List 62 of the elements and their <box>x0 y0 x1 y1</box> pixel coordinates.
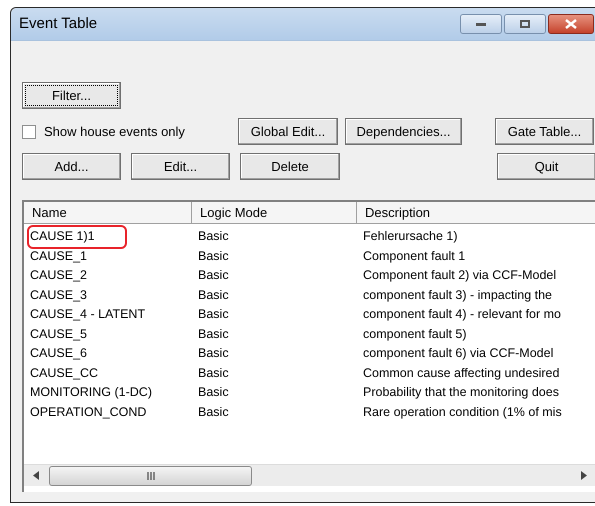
table-cell-text: Component fault 2) via CCF-Model <box>362 267 558 284</box>
scroll-left-icon[interactable] <box>33 471 39 480</box>
table-cell-text: Basic <box>197 267 230 284</box>
table-row[interactable]: MONITORING (1-DC) Basic Probability that the monitoring does <box>24 383 595 402</box>
scrollbar-thumb[interactable] <box>49 466 252 486</box>
dialog-button[interactable]: Gate Table... <box>495 118 594 145</box>
table-cell-text: CAUSE_1 <box>29 248 88 265</box>
table-cell-text: MONITORING (1-DC) <box>29 384 153 402</box>
table-cell-text: CAUSE_2 <box>29 267 88 284</box>
table-row[interactable]: CAUSE_1 Basic Component fault 1 <box>24 246 595 266</box>
table-cell-text: Component fault 1 <box>362 248 466 265</box>
checkbox-label: Show house events only <box>44 122 185 141</box>
dialog-button[interactable]: Global Edit... <box>238 118 338 145</box>
table-cell-text: Basic <box>197 326 230 343</box>
table-cell-text: Basic <box>197 248 230 265</box>
table-cell-text: Basic <box>197 345 230 362</box>
grip-icon <box>146 472 154 480</box>
table-cell-text: Fehlerursache 1) <box>362 228 458 246</box>
table-row[interactable]: CAUSE_6 Basic component fault 6) via CCF-Model <box>24 344 595 364</box>
dialog-button[interactable]: Add... <box>22 153 121 180</box>
scroll-right-icon[interactable] <box>581 471 587 480</box>
minimize-button[interactable] <box>460 14 502 34</box>
column-header[interactable]: Name <box>24 202 192 223</box>
table-cell-text: OPERATION_COND <box>29 404 148 421</box>
table-cell-text: Basic <box>197 306 230 324</box>
table-cell-text: Basic <box>197 384 230 402</box>
filter-button[interactable]: Filter... <box>22 82 121 109</box>
close-button[interactable] <box>548 14 594 34</box>
table-row[interactable]: CAUSE_5 Basic component fault 5) <box>24 324 595 344</box>
table-cell-text: CAUSE_CC <box>29 364 100 382</box>
table-cell-text: Rare operation condition (1% of mis <box>362 404 563 421</box>
table-cell-text: component fault 3) - impacting the <box>362 286 553 304</box>
table-cell-text: component fault 5) <box>362 326 468 343</box>
table-cell-text: Basic <box>197 404 230 421</box>
dialog-button[interactable]: Dependencies... <box>345 118 462 145</box>
table-row[interactable]: CAUSE_2 Basic Component fault 2) via CCF-Model <box>24 266 595 286</box>
column-header[interactable]: Logic Mode <box>192 202 357 223</box>
table-cell-text: CAUSE_4 - LATENT <box>29 306 146 324</box>
table-cell-text: Common cause affecting undesired <box>362 364 560 382</box>
table-row[interactable]: OPERATION_COND Basic Rare operation condition (1% of mis <box>24 402 595 422</box>
table-cell-text: CAUSE_5 <box>29 326 88 343</box>
table-row[interactable]: CAUSE_CC Basic Common cause affecting undesired <box>24 364 595 383</box>
table-cell-text: Basic <box>197 286 230 304</box>
table-cell-text: CAUSE 1)1 <box>29 228 96 246</box>
table-cell-text: Basic <box>197 228 230 246</box>
table-row[interactable]: CAUSE_4 - LATENT Basic component fault 4) - relevant for mo <box>24 305 595 324</box>
dialog-button[interactable]: Edit... <box>131 153 230 180</box>
table-cell-text: CAUSE_6 <box>29 345 88 362</box>
table-cell-text: CAUSE_3 <box>29 286 88 304</box>
column-header[interactable]: Description <box>357 202 595 223</box>
window-title: Event Table <box>19 14 98 34</box>
table-cell-text: Probability that the monitoring does <box>362 384 560 402</box>
table-row[interactable]: CAUSE_3 Basic component fault 3) - impacting the <box>24 286 595 305</box>
close-icon <box>565 19 577 29</box>
table-cell-text: component fault 6) via CCF-Model <box>362 345 554 362</box>
dialog-button[interactable]: Delete <box>240 153 340 180</box>
table-row[interactable]: CAUSE 1)1 Basic Fehlerursache 1) <box>24 227 595 246</box>
table-cell-text: Basic <box>197 364 230 382</box>
maximize-button[interactable] <box>504 14 546 34</box>
table-cell-text: component fault 4) - relevant for mo <box>362 306 562 324</box>
dialog-button[interactable]: Quit <box>497 153 595 180</box>
checkbox[interactable] <box>22 124 36 138</box>
